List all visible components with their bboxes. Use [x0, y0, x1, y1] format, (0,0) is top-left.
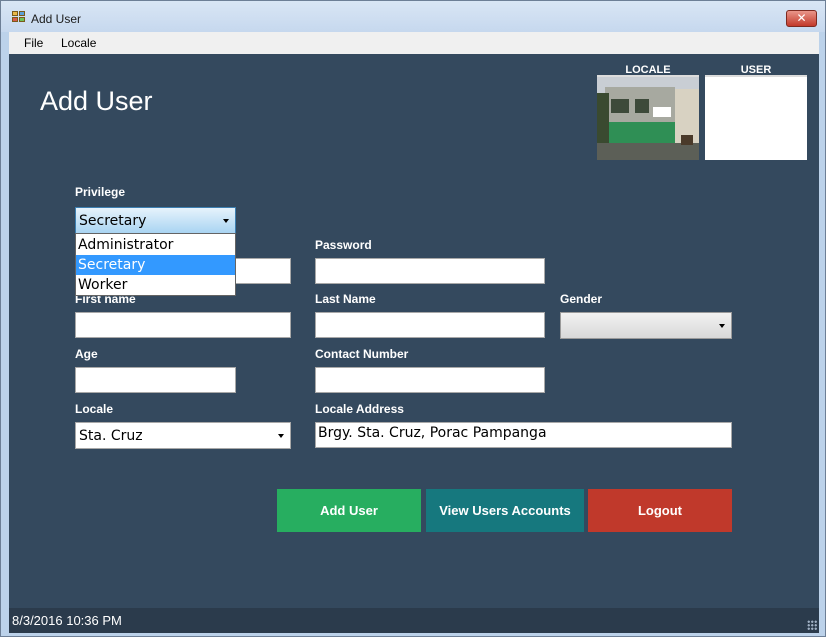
title-bar[interactable]: Add User ✕ [1, 1, 825, 32]
privilege-option-administrator[interactable]: Administrator [76, 235, 235, 255]
chevron-down-icon[interactable] [278, 434, 284, 438]
chevron-down-icon[interactable] [223, 219, 229, 223]
locale-select[interactable]: Sta. Cruz [75, 422, 291, 449]
last-name-label: Last Name [315, 292, 376, 306]
first-name-field[interactable] [75, 312, 291, 338]
menu-locale[interactable]: Locale [61, 36, 96, 50]
last-name-field[interactable] [315, 312, 545, 338]
close-button[interactable]: ✕ [786, 10, 817, 27]
privilege-option-worker[interactable]: Worker [76, 275, 235, 295]
user-photo [705, 75, 807, 160]
gender-select[interactable] [560, 312, 732, 339]
locale-address-label: Locale Address [315, 402, 404, 416]
locale-value: Sta. Cruz [79, 428, 143, 444]
age-label: Age [75, 347, 98, 361]
menu-bar: File Locale [9, 32, 819, 54]
age-field[interactable] [75, 367, 236, 393]
form-panel: Add User LOCALE USER Privilege Secretary [9, 54, 819, 608]
menu-file[interactable]: File [24, 36, 43, 50]
contact-number-field[interactable] [315, 367, 545, 393]
gender-label: Gender [560, 292, 603, 306]
window-title: Add User [31, 12, 82, 26]
locale-address-field[interactable]: Brgy. Sta. Cruz, Porac Pampanga [315, 422, 732, 448]
password-field[interactable] [315, 258, 545, 284]
privilege-value: Secretary [79, 213, 147, 229]
status-bar: 8/3/2016 10:36 PM [9, 608, 819, 633]
chevron-down-icon[interactable] [719, 324, 725, 328]
privilege-select[interactable]: Secretary [75, 207, 236, 234]
status-datetime: 8/3/2016 10:36 PM [12, 613, 122, 628]
add-user-button[interactable]: Add User [277, 489, 421, 532]
logout-button[interactable]: Logout [588, 489, 732, 532]
locale-label: Locale [75, 402, 114, 416]
page-title: Add User [40, 86, 153, 116]
resize-grip-icon[interactable] [807, 620, 817, 630]
privilege-dropdown-list: Administrator Secretary Worker [75, 233, 236, 296]
view-users-accounts-button[interactable]: View Users Accounts [426, 489, 584, 532]
privilege-option-secretary[interactable]: Secretary [76, 255, 235, 275]
locale-photo [597, 75, 699, 160]
privilege-label: Privilege [75, 185, 126, 199]
contact-number-label: Contact Number [315, 347, 409, 361]
password-label: Password [315, 238, 372, 252]
app-window: Add User ✕ File Locale Add User LOCALE U… [0, 0, 826, 637]
app-icon [12, 11, 26, 23]
